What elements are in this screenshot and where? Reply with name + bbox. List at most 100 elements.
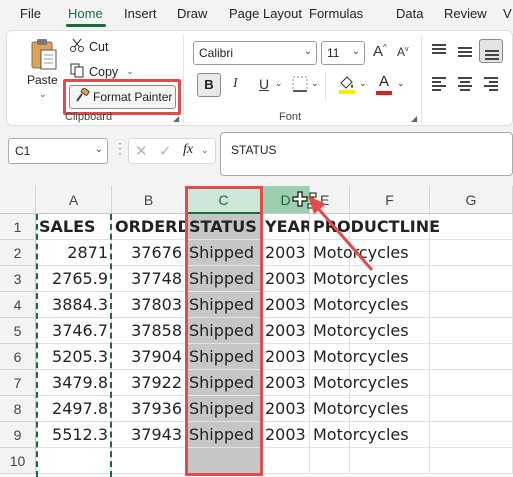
cell-g2[interactable] [430, 240, 513, 266]
cell-f10[interactable] [350, 448, 430, 474]
tab-draw[interactable]: Draw [177, 6, 207, 21]
fill-color-icon[interactable] [337, 73, 357, 100]
cell-g9[interactable] [430, 422, 513, 448]
fill-color-dropdown-icon[interactable]: ⌄ [359, 78, 367, 89]
cell-e10[interactable] [310, 448, 350, 474]
cell-a10[interactable] [36, 448, 112, 474]
cell-b4[interactable]: 37803 [112, 292, 186, 318]
row-header-5[interactable]: 5 [0, 318, 36, 344]
cell-g10[interactable] [430, 448, 513, 474]
format-painter-button[interactable]: Format Painter [69, 85, 176, 109]
cell-e4[interactable]: Motorcycles [310, 292, 409, 318]
cell-e8[interactable]: Motorcycles [310, 396, 409, 422]
row-header-9[interactable]: 9 [0, 422, 36, 448]
underline-dropdown-icon[interactable]: ⌄ [275, 78, 283, 89]
row-header-4[interactable]: 4 [0, 292, 36, 318]
cell-b10[interactable] [112, 448, 186, 474]
font-launcher-icon[interactable]: ◢ [411, 114, 417, 123]
font-name-select[interactable]: Calibri ⌄ [193, 41, 317, 65]
cell-b9[interactable]: 37943 [112, 422, 186, 448]
cell-b2[interactable]: 37676 [112, 240, 186, 266]
italic-button[interactable]: I [233, 76, 238, 92]
bottom-align-icon[interactable] [479, 39, 503, 63]
cell-f5[interactable] [350, 318, 430, 344]
tab-review[interactable]: Review [444, 6, 487, 21]
cell-g7[interactable] [430, 370, 513, 396]
row-header-10[interactable]: 10 [0, 448, 36, 474]
grow-font-button[interactable]: A^ [373, 43, 387, 60]
insert-function-button[interactable]: fx [183, 142, 193, 158]
tab-home[interactable]: Home [68, 6, 103, 21]
clipboard-launcher-icon[interactable]: ◢ [173, 114, 179, 123]
cell-f4[interactable] [350, 292, 430, 318]
cell-g1[interactable] [430, 214, 513, 240]
bold-button[interactable]: B [197, 73, 221, 97]
row-header-3[interactable]: 3 [0, 266, 36, 292]
shrink-font-button[interactable]: Av [397, 45, 409, 59]
select-all-corner[interactable] [0, 186, 36, 214]
cell-a5[interactable]: 3746.7 [36, 318, 112, 344]
cell-a6[interactable]: 5205.3 [36, 344, 112, 370]
cell-d5[interactable]: 2003 [262, 318, 310, 344]
cell-g8[interactable] [430, 396, 513, 422]
align-right-icon[interactable] [479, 71, 503, 95]
cell-b1[interactable]: ORDERD [112, 214, 186, 240]
paste-dropdown-icon[interactable]: ⌄ [39, 89, 47, 100]
middle-align-icon[interactable] [453, 39, 477, 63]
cell-d8[interactable]: 2003 [262, 396, 310, 422]
paste-icon[interactable] [29, 37, 59, 71]
cell-d7[interactable]: 2003 [262, 370, 310, 396]
font-size-select[interactable]: 11 ⌄ [321, 41, 365, 65]
tab-insert[interactable]: Insert [124, 6, 157, 21]
row-header-6[interactable]: 6 [0, 344, 36, 370]
chevron-down-icon[interactable]: ⌄ [201, 145, 209, 156]
cell-e5[interactable]: Motorcycles [310, 318, 409, 344]
cell-f9[interactable] [350, 422, 430, 448]
cell-d6[interactable]: 2003 [262, 344, 310, 370]
row-header-8[interactable]: 8 [0, 396, 36, 422]
cell-f7[interactable] [350, 370, 430, 396]
align-left-icon[interactable] [427, 71, 451, 95]
font-color-dropdown-icon[interactable]: ⌄ [397, 78, 405, 89]
formula-input[interactable]: STATUS [220, 132, 513, 176]
cell-f6[interactable] [350, 344, 430, 370]
name-box[interactable]: C1 ⌄ [8, 138, 108, 164]
row-header-1[interactable]: 1 [0, 214, 36, 240]
tab-data[interactable]: Data [396, 6, 423, 21]
top-align-icon[interactable] [427, 39, 451, 63]
column-header-a[interactable]: A [36, 186, 112, 214]
cancel-icon[interactable]: ✕ [135, 142, 148, 160]
row-header-7[interactable]: 7 [0, 370, 36, 396]
underline-button[interactable]: U [259, 76, 269, 92]
cell-b6[interactable]: 37904 [112, 344, 186, 370]
tab-formulas[interactable]: Formulas [309, 6, 363, 21]
cell-a1[interactable]: SALES [36, 214, 112, 240]
borders-icon[interactable] [291, 75, 309, 98]
cell-g5[interactable] [430, 318, 513, 344]
cut-button[interactable]: Cut [69, 37, 108, 56]
tab-file[interactable]: File [20, 6, 41, 21]
column-header-g[interactable]: G [430, 186, 513, 214]
cell-b5[interactable]: 37858 [112, 318, 186, 344]
cell-e9[interactable]: Motorcycles [310, 422, 409, 448]
cell-d9[interactable]: 2003 [262, 422, 310, 448]
tab-page-layout[interactable]: Page Layout [229, 6, 302, 21]
cell-b3[interactable]: 37748 [112, 266, 186, 292]
cell-g3[interactable] [430, 266, 513, 292]
cell-d10[interactable] [262, 448, 310, 474]
cell-a7[interactable]: 3479.8 [36, 370, 112, 396]
copy-dropdown-icon[interactable]: ⌄ [126, 66, 134, 77]
cell-d4[interactable]: 2003 [262, 292, 310, 318]
cell-e7[interactable]: Motorcycles [310, 370, 409, 396]
cell-a2[interactable]: 2871 [36, 240, 112, 266]
cell-b7[interactable]: 37922 [112, 370, 186, 396]
paste-button-label[interactable]: Paste [27, 73, 58, 87]
tab-view[interactable]: V [503, 6, 512, 21]
row-header-2[interactable]: 2 [0, 240, 36, 266]
enter-icon[interactable]: ✓ [159, 142, 172, 160]
cell-a9[interactable]: 5512.3 [36, 422, 112, 448]
align-center-icon[interactable] [453, 71, 477, 95]
cell-b8[interactable]: 37936 [112, 396, 186, 422]
cell-f8[interactable] [350, 396, 430, 422]
cell-a3[interactable]: 2765.9 [36, 266, 112, 292]
